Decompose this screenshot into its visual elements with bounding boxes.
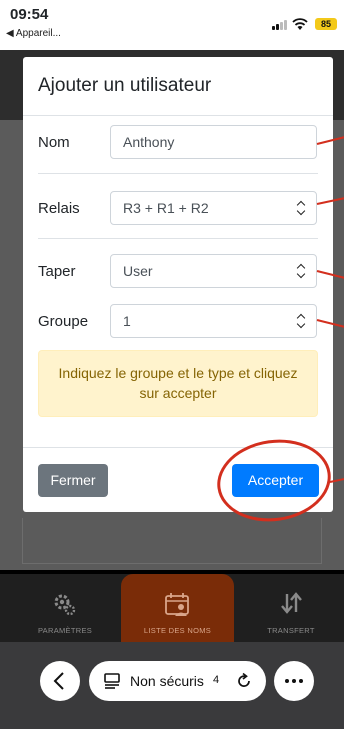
more-options-button[interactable] <box>274 661 314 701</box>
group-select[interactable]: 1 <box>110 304 317 338</box>
close-button[interactable]: Fermer <box>38 464 108 497</box>
status-bar: 09:54 ◀ Appareil... 85 <box>0 0 344 50</box>
form-divider <box>38 238 318 239</box>
modal-title: Ajouter un utilisateur <box>38 75 212 96</box>
gears-icon <box>54 594 76 616</box>
tab-name-list[interactable]: LISTE DES NOMS <box>121 574 234 642</box>
select-caret-icon <box>296 263 306 279</box>
browser-toolbar: Non sécuris 4 <box>0 642 344 729</box>
page-table-outline <box>22 518 322 564</box>
chevron-left-icon <box>53 672 64 690</box>
address-bar[interactable]: Non sécuris 4 <box>89 661 266 701</box>
type-select-value: User <box>123 263 153 279</box>
form-divider <box>38 173 318 174</box>
back-button[interactable] <box>40 661 80 701</box>
url-security-text: Non sécuris <box>130 673 204 689</box>
status-time: 09:54 <box>10 6 49 23</box>
type-label: Taper <box>38 263 76 280</box>
battery-indicator: 85 <box>315 18 337 30</box>
back-to-app-link[interactable]: ◀ Appareil... <box>6 28 61 39</box>
cellular-signal-icon <box>272 20 288 30</box>
reload-icon[interactable] <box>235 672 253 690</box>
url-suffix: 4 <box>213 674 220 686</box>
info-alert: Indiquez le groupe et le type et cliquez… <box>38 350 318 417</box>
app-tab-bar: PARAMÈTRES LISTE DES NOMS TRANSFERT <box>0 574 344 642</box>
group-select-value: 1 <box>123 313 131 329</box>
tab-settings[interactable]: PARAMÈTRES <box>20 574 110 642</box>
transfer-arrows-icon <box>281 592 302 614</box>
tab-label: TRANSFERT <box>267 626 315 635</box>
tab-label: PARAMÈTRES <box>37 626 93 635</box>
type-select[interactable]: User <box>110 254 317 288</box>
more-dots-icon <box>285 679 303 683</box>
wifi-icon <box>292 18 308 30</box>
relays-select-value: R3 + R1 + R2 <box>123 200 209 216</box>
page-menu-icon <box>104 673 120 689</box>
group-label: Groupe <box>38 313 89 330</box>
calendar-user-icon <box>164 593 189 616</box>
relays-label: Relais <box>38 200 80 217</box>
tab-transfer[interactable]: TRANSFERT <box>246 574 336 642</box>
modal-header-divider <box>23 115 333 116</box>
name-input[interactable]: Anthony <box>110 125 317 159</box>
select-caret-icon <box>296 313 306 329</box>
select-caret-icon <box>296 200 306 216</box>
name-label: Nom <box>38 134 70 151</box>
relays-select[interactable]: R3 + R1 + R2 <box>110 191 317 225</box>
tab-label: LISTE DES NOMS <box>143 626 212 635</box>
